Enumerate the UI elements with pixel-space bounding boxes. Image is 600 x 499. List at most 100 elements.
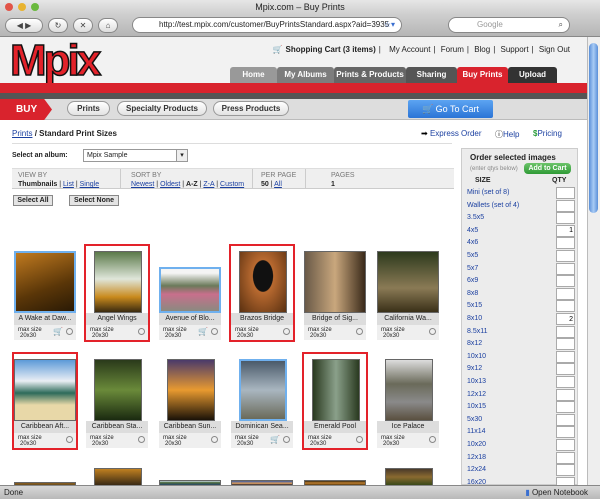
qty-input[interactable] — [556, 250, 575, 262]
magnifier-icon[interactable] — [211, 436, 218, 443]
tab-prints-products[interactable]: Prints & Products — [334, 67, 406, 83]
minimize-window-button[interactable] — [18, 3, 26, 11]
photo-item[interactable]: Ice Palace max size 20x30 — [377, 359, 439, 448]
size-link[interactable]: 5x15 — [467, 302, 482, 310]
photo-item[interactable]: Dominican Sea... max size 20x30 🛒 — [231, 359, 293, 448]
forum-link[interactable]: Forum — [441, 45, 464, 54]
size-link[interactable]: 5x5 — [467, 252, 478, 260]
add-to-cart-button[interactable]: Add to Cart — [524, 163, 571, 174]
view-thumbnails[interactable]: Thumbnails — [18, 181, 57, 188]
magnifier-icon[interactable] — [429, 436, 436, 443]
tab-buy-prints[interactable]: Buy Prints — [457, 67, 508, 83]
size-link[interactable]: 8x10 — [467, 315, 482, 323]
reload-icon[interactable]: ↻ — [48, 18, 68, 33]
search-input[interactable]: Google ⌕ — [448, 17, 570, 33]
qty-input[interactable] — [556, 313, 575, 325]
qty-input[interactable] — [556, 224, 575, 237]
size-link[interactable]: 5x7 — [467, 265, 478, 273]
qty-input[interactable] — [556, 426, 575, 439]
close-window-button[interactable] — [5, 3, 13, 11]
size-link[interactable]: 8.5x11 — [467, 328, 488, 336]
photo-thumbnail[interactable] — [14, 251, 76, 313]
sort-a-z[interactable]: A-Z — [186, 181, 198, 188]
sort-newest-link[interactable]: Newest — [131, 181, 154, 188]
qty-input[interactable] — [556, 325, 575, 338]
qty-input[interactable] — [556, 388, 575, 401]
photo-thumbnail[interactable] — [239, 359, 287, 421]
qty-input[interactable] — [556, 300, 575, 313]
photo-thumbnail[interactable] — [304, 251, 366, 313]
photo-item[interactable]: A Wake at Daw... max size 20x30 🛒 — [14, 251, 76, 340]
mpix-logo[interactable]: Mpix — [9, 38, 102, 84]
view-single-link[interactable]: Single — [80, 181, 99, 188]
album-select[interactable]: Mpix Sample ▾ — [83, 149, 188, 162]
express-order-link[interactable]: ➡ Express Order — [421, 129, 482, 138]
my-account-link[interactable]: My Account — [389, 45, 430, 54]
photo-item[interactable]: California Wa... max size 20x30 — [377, 251, 439, 340]
size-link[interactable]: Mini (set of 8) — [467, 189, 509, 197]
sort-z-a-link[interactable]: Z-A — [203, 181, 214, 188]
qty-input[interactable] — [556, 275, 575, 288]
qty-input[interactable] — [556, 212, 575, 225]
press-products-button[interactable]: Press Products — [213, 101, 289, 116]
home-icon[interactable]: ⌂ — [98, 18, 118, 33]
size-link[interactable]: 12x18 — [467, 454, 486, 462]
tab-upload[interactable]: Upload — [508, 67, 557, 83]
photo-thumbnail[interactable] — [94, 359, 142, 421]
qty-input[interactable] — [556, 287, 575, 300]
size-link[interactable]: 11x14 — [467, 428, 486, 436]
support-link[interactable]: Support — [501, 45, 529, 54]
qty-input[interactable] — [556, 350, 575, 363]
photo-item[interactable]: Caribbean Sun... max size 20x30 — [159, 359, 221, 448]
size-link[interactable]: 10x13 — [467, 378, 486, 386]
qty-input[interactable] — [556, 262, 575, 275]
prints-button[interactable]: Prints — [67, 101, 110, 116]
photo-thumbnail[interactable] — [167, 359, 215, 421]
view-list-link[interactable]: List — [63, 181, 74, 188]
tab-sharing[interactable]: Sharing — [406, 67, 457, 83]
magnifier-icon[interactable] — [429, 328, 436, 335]
url-input[interactable]: http://test.mpix.com/customer/BuyPrintsS… — [132, 17, 402, 33]
magnifier-icon[interactable] — [211, 328, 218, 335]
size-link[interactable]: 8x12 — [467, 340, 482, 348]
size-link[interactable]: 4x6 — [467, 239, 478, 247]
size-link[interactable]: 5x30 — [467, 416, 482, 424]
bookmark-star-icon[interactable]: ☆▾ — [384, 18, 395, 32]
sort-oldest-link[interactable]: Oldest — [160, 181, 180, 188]
qty-input[interactable] — [556, 439, 575, 451]
size-link[interactable]: 10x15 — [467, 403, 486, 411]
zoom-window-button[interactable] — [31, 3, 39, 11]
size-link[interactable]: 9x12 — [467, 365, 482, 373]
size-link[interactable]: 4x5 — [467, 227, 478, 235]
qty-input[interactable] — [556, 237, 575, 250]
magnifier-icon[interactable] — [283, 436, 290, 443]
size-link[interactable]: 12x24 — [467, 466, 486, 474]
photo-thumbnail[interactable] — [94, 468, 142, 485]
size-link[interactable]: 3.5x5 — [467, 214, 484, 222]
select-all-button[interactable]: Select All — [13, 195, 53, 206]
qty-input[interactable] — [556, 413, 575, 426]
select-none-button[interactable]: Select None — [69, 195, 119, 206]
qty-input[interactable] — [556, 376, 575, 388]
back-forward-button[interactable]: ◀ ▶ — [5, 18, 43, 33]
magnifier-icon[interactable] — [138, 436, 145, 443]
photo-thumbnail[interactable] — [385, 468, 433, 485]
specialty-products-button[interactable]: Specialty Products — [117, 101, 207, 116]
photo-thumbnail[interactable] — [377, 251, 439, 313]
sort-custom-link[interactable]: Custom — [220, 181, 244, 188]
magnifier-icon[interactable] — [66, 328, 73, 335]
qty-input[interactable] — [556, 464, 575, 477]
photo-item[interactable]: Avenue of Blo... max size 20x30 🛒 — [159, 251, 221, 340]
qty-input[interactable] — [556, 187, 575, 199]
qty-input[interactable] — [556, 199, 575, 212]
breadcrumb-prints-link[interactable]: Prints — [12, 129, 32, 138]
qty-input[interactable] — [556, 401, 575, 414]
stop-icon[interactable]: ✕ — [73, 18, 93, 33]
qty-input[interactable] — [556, 338, 575, 351]
shopping-cart-link[interactable]: Shopping Cart (3 items) — [286, 45, 376, 54]
size-link[interactable]: Wallets (set of 4) — [467, 202, 519, 210]
photo-item[interactable]: Caribbean Sta... max size 20x30 — [86, 359, 148, 448]
size-link[interactable]: 12x12 — [467, 391, 486, 399]
blog-link[interactable]: Blog — [474, 45, 490, 54]
photo-thumbnail[interactable] — [159, 267, 221, 313]
